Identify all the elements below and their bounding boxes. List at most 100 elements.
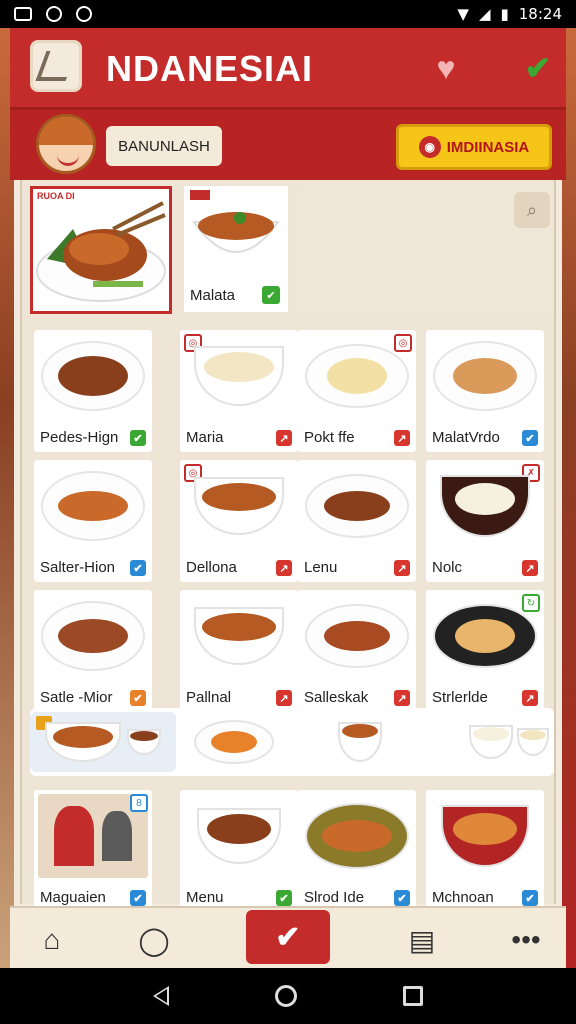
dish-label: Mchnoan (432, 889, 494, 906)
dish-card[interactable]: 8 Maguaien ✔ (34, 790, 152, 912)
dish-label: Salter-Hion (40, 559, 116, 576)
dish-label: Pallnal (186, 689, 232, 706)
dish-card[interactable]: Pallnal ↗ (180, 590, 298, 712)
dish-card[interactable]: Pedes-Hign ✔ (34, 330, 152, 452)
user-bar: BANUNLASH ◉ IMDIINASIA (10, 110, 566, 180)
dish-card[interactable]: Satle -Mior ✔ (34, 590, 152, 712)
dish-card[interactable]: Mchnoan ✔ (426, 790, 544, 912)
dish-image (38, 594, 148, 678)
dish-card[interactable]: Salter-Hion ✔ (34, 460, 152, 582)
second-featured-card[interactable]: Malata ✔ (184, 186, 288, 312)
record-icon (46, 6, 62, 22)
check-icon[interactable]: ✔ (246, 910, 330, 964)
clock: 18:24 (518, 5, 562, 23)
content-panel: RUOA DI Malata ✔ ⌕ Pedes-Hign ✔ ◎ Maria … (20, 180, 556, 912)
dish-card[interactable]: Slrod Ide ✔ (298, 790, 416, 912)
edit-badge-icon: ↗ (522, 560, 538, 576)
dish-image (430, 594, 540, 678)
check-badge-icon: ✔ (130, 690, 146, 706)
check-badge-icon: ✔ (130, 560, 146, 576)
dish-card[interactable]: ✗ Nolc ↗ (426, 460, 544, 582)
app-title: NDANESIAI (106, 48, 314, 89)
dish-image (430, 464, 540, 548)
back-icon[interactable] (153, 986, 169, 1006)
check-badge-icon: ✔ (130, 890, 146, 906)
heart-icon[interactable]: ♥ (424, 46, 468, 90)
recipe-icon: 8 (130, 794, 148, 812)
suggestion-item[interactable] (190, 712, 278, 772)
suggestion-item[interactable] (30, 712, 176, 772)
featured-card[interactable]: RUOA DI (30, 186, 172, 314)
suggestion-strip (30, 708, 554, 776)
home-icon[interactable]: ⌂ (30, 918, 74, 962)
dish-label: Dellona (186, 559, 237, 576)
home-button-icon[interactable] (275, 985, 297, 1007)
recents-icon[interactable] (403, 986, 423, 1006)
dish-image (184, 594, 294, 678)
status-bar: ▼ ◢ ▮ 18:24 (0, 0, 576, 28)
check-badge-icon: ✔ (522, 890, 538, 906)
dish-label: Lenu (304, 559, 338, 576)
dish-label: Nolc (432, 559, 463, 576)
dish-label: Menu (186, 889, 224, 906)
header: NDANESIAI ♥ ✔ (10, 28, 566, 110)
system-nav-bar (0, 968, 576, 1024)
gallery-icon (14, 7, 32, 21)
chat-icon[interactable]: ◯ (132, 918, 176, 962)
dish-image (38, 334, 148, 418)
dish-card[interactable]: Salleskak ↗ (298, 590, 416, 712)
dish-card[interactable]: ◎ Pokt ffe ↗ (298, 330, 416, 452)
check-badge-icon: ✔ (394, 890, 410, 906)
edit-badge-icon: ↗ (276, 690, 292, 706)
dish-label: Pokt ffe (304, 429, 355, 446)
check-icon[interactable]: ✔ (516, 46, 560, 90)
dish-card[interactable]: MalatVrdo ✔ (426, 330, 544, 452)
dish-image (302, 334, 412, 418)
check-badge-icon: ✔ (130, 430, 146, 446)
dish-image (38, 464, 148, 548)
dish-label: Slrod Ide (304, 889, 365, 906)
app-logo[interactable] (30, 40, 82, 92)
featured-check-badge: ✔ (262, 286, 280, 304)
edit-badge-icon: ↗ (394, 430, 410, 446)
battery-icon: ▮ (500, 5, 509, 23)
suggestion-item[interactable] (330, 712, 390, 772)
dish-card[interactable]: ◎ Maria ↗ (180, 330, 298, 452)
dish-label: Satle -Mior (40, 689, 113, 706)
edit-badge-icon: ↗ (276, 560, 292, 576)
second-featured-label: Malata (190, 287, 236, 304)
bottom-nav: ⌂ ◯ ✔ ▤ ••• (10, 906, 566, 968)
dish-card[interactable]: Menu ✔ (180, 790, 298, 912)
clipboard-icon[interactable]: ▤ (400, 918, 444, 962)
wifi-icon: ▼ (457, 5, 469, 23)
curry-bowl-image (190, 190, 280, 253)
dish-image (430, 334, 540, 418)
dish-label: Strlerlde (432, 689, 488, 706)
dish-image (184, 794, 294, 878)
dish-image (302, 464, 412, 548)
flag-icon: ◉ (418, 136, 441, 158)
check-badge-icon: ✔ (522, 430, 538, 446)
suggestion-item[interactable] (466, 712, 552, 772)
edit-badge-icon: ↗ (522, 690, 538, 706)
avatar[interactable] (36, 114, 96, 174)
edit-badge-icon: ↗ (276, 430, 292, 446)
dish-label: Pedes-Hign (40, 429, 119, 446)
dish-image (430, 794, 540, 878)
user-chip[interactable]: BANUNLASH (106, 126, 222, 166)
dish-image (184, 464, 294, 548)
dish-card[interactable]: ◎ Dellona ↗ (180, 460, 298, 582)
more-icon[interactable]: ••• (504, 918, 548, 962)
signal-icon: ◢ (478, 5, 491, 23)
roast-chicken-image (36, 201, 166, 302)
dish-card[interactable]: ↻ Strlerlde ↗ (426, 590, 544, 712)
app: NDANESIAI ♥ ✔ BANUNLASH ◉ IMDIINASIA RUO… (0, 28, 576, 968)
dish-card[interactable]: Lenu ↗ (298, 460, 416, 582)
edit-badge-icon: ↗ (394, 690, 410, 706)
region-button[interactable]: ◉ IMDIINASIA (396, 124, 552, 170)
dish-image (184, 334, 294, 418)
edit-badge-icon: ↗ (394, 560, 410, 576)
region-label: IMDIINASIA (446, 138, 530, 156)
check-badge-icon: ✔ (276, 890, 292, 906)
search-icon[interactable]: ⌕ (514, 192, 550, 228)
